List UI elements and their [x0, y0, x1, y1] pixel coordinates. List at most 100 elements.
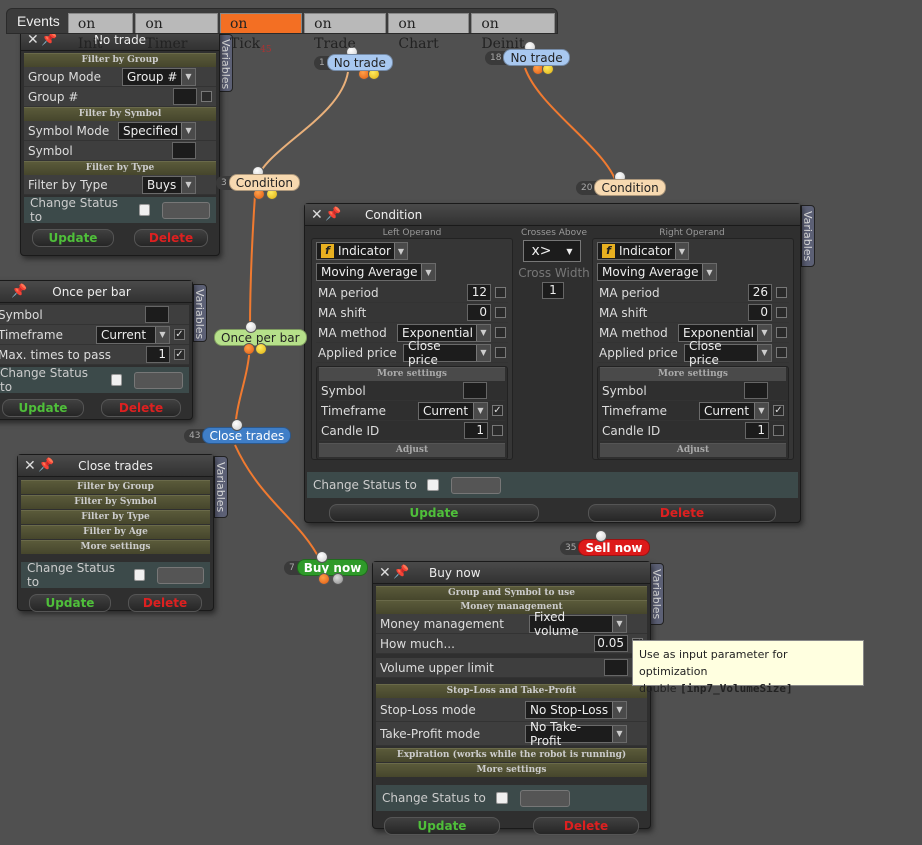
change-status-checkbox[interactable] — [133, 569, 146, 581]
node-condition-20[interactable]: 20 Condition — [576, 179, 666, 196]
left-candle-input[interactable]: 1 — [464, 422, 488, 439]
update-button[interactable]: Update — [32, 229, 114, 247]
cross-width-input[interactable]: 1 — [542, 282, 564, 299]
close-icon[interactable]: ✕ — [311, 207, 325, 223]
section-filter-by-group[interactable]: Filter by Group — [24, 53, 216, 67]
right-ma-period-checkbox[interactable] — [776, 287, 787, 298]
update-button[interactable]: Update — [29, 594, 111, 612]
pin-icon[interactable]: 📌 — [11, 284, 33, 299]
section-more-settings[interactable]: More settings — [319, 367, 505, 381]
status-field[interactable] — [157, 566, 204, 584]
change-status-checkbox[interactable] — [110, 374, 123, 386]
section-more-settings[interactable]: More settings — [21, 540, 210, 554]
right-ma-period-input[interactable]: 26 — [748, 284, 772, 301]
how-much-input[interactable]: 0.05 — [594, 635, 628, 652]
group-num-input[interactable] — [173, 88, 197, 105]
left-ma-shift-input[interactable]: 0 — [467, 304, 491, 321]
left-ma-method-checkbox[interactable] — [495, 327, 506, 338]
right-type-select[interactable]: f Indicator ▼ — [597, 242, 689, 260]
section-filter-by-type[interactable]: Filter by Type — [24, 161, 216, 175]
node-sell-now[interactable]: 35 Sell now — [560, 539, 650, 556]
money-management-select[interactable]: Fixed volume ▼ — [529, 610, 627, 638]
left-ma-shift-checkbox[interactable] — [495, 307, 506, 318]
right-symbol-input[interactable] — [744, 382, 768, 399]
left-symbol-input[interactable] — [463, 382, 487, 399]
adjust-button[interactable]: Adjust — [600, 443, 786, 457]
delete-button[interactable]: Delete — [101, 399, 181, 417]
left-timeframe-checkbox[interactable]: ✓ — [492, 405, 503, 416]
tab-on-deinit[interactable]: on Deinit — [471, 13, 556, 52]
section-filter-by-group[interactable]: Filter by Group — [21, 480, 210, 494]
left-applied-price-checkbox[interactable] — [495, 347, 506, 358]
left-timeframe-select[interactable]: Current ▼ — [418, 401, 488, 420]
close-icon[interactable]: ✕ — [24, 458, 38, 474]
right-applied-price-select[interactable]: Close price ▼ — [684, 339, 772, 367]
tab-on-init[interactable]: on Init — [67, 13, 134, 52]
right-ma-method-checkbox[interactable] — [776, 327, 787, 338]
group-mode-select[interactable]: Group # ▼ — [122, 67, 196, 86]
panel-header[interactable]: ✕ 📌 Close trades — [18, 455, 213, 477]
section-filter-by-age[interactable]: Filter by Age — [21, 525, 210, 539]
node-output-dot[interactable] — [243, 343, 255, 355]
symbol-input[interactable] — [172, 142, 196, 159]
section-sl-tp[interactable]: Stop-Loss and Take-Profit — [376, 684, 647, 698]
section-filter-by-symbol[interactable]: Filter by Symbol — [24, 107, 216, 121]
delete-button[interactable]: Delete — [134, 229, 208, 247]
node-condition-3[interactable]: 3 Condition — [216, 174, 300, 191]
left-ma-period-checkbox[interactable] — [495, 287, 506, 298]
max-times-checkbox[interactable]: ✓ — [174, 349, 185, 360]
pin-icon[interactable]: 📌 — [393, 565, 415, 580]
operator-select[interactable]: x> ▼ — [523, 240, 581, 262]
timeframe-select[interactable]: Current ▼ — [96, 325, 170, 344]
section-filter-by-symbol[interactable]: Filter by Symbol — [21, 495, 210, 509]
right-candle-input[interactable]: 1 — [745, 422, 769, 439]
right-applied-price-checkbox[interactable] — [776, 347, 787, 358]
update-button[interactable]: Update — [329, 504, 539, 522]
tab-on-chart[interactable]: on Chart — [388, 13, 470, 52]
tab-on-trade[interactable]: on Trade — [304, 13, 387, 52]
adjust-button[interactable]: Adjust — [319, 443, 505, 457]
update-button[interactable]: Update — [384, 817, 500, 835]
pin-icon[interactable]: 📌 — [325, 207, 347, 222]
left-applied-price-select[interactable]: Close price ▼ — [403, 339, 491, 367]
node-no-trade-1[interactable]: 1 No trade — [314, 54, 393, 71]
stop-loss-select[interactable]: No Stop-Loss ▼ — [525, 700, 627, 719]
tab-on-timer[interactable]: on Timer — [135, 13, 218, 52]
left-ma-period-input[interactable]: 12 — [467, 284, 491, 301]
panel-header[interactable]: ✕ 📌 Buy now — [373, 562, 650, 584]
node-output-dot[interactable] — [332, 573, 344, 585]
section-more-settings[interactable]: More settings — [600, 367, 786, 381]
left-type-select[interactable]: f Indicator ▼ — [316, 242, 408, 260]
node-output-dot[interactable] — [318, 573, 330, 585]
right-candle-checkbox[interactable] — [773, 425, 784, 436]
node-input-dot[interactable] — [245, 321, 257, 333]
left-candle-checkbox[interactable] — [492, 425, 503, 436]
take-profit-select[interactable]: No Take-Profit ▼ — [525, 720, 627, 748]
node-output-dot[interactable] — [255, 343, 267, 355]
symbol-input[interactable] — [145, 306, 169, 323]
delete-button[interactable]: Delete — [533, 817, 639, 835]
section-more-settings[interactable]: More settings — [376, 763, 647, 777]
max-times-input[interactable]: 1 — [146, 346, 170, 363]
node-input-dot[interactable] — [316, 551, 328, 563]
change-status-checkbox[interactable] — [138, 204, 151, 216]
workspace-canvas[interactable]: Events on Init on Timer on Tick45 on Tra… — [0, 0, 922, 845]
left-indicator-select[interactable]: Moving Average ▼ — [316, 263, 436, 281]
status-field[interactable] — [162, 201, 210, 219]
update-button[interactable]: Update — [2, 399, 84, 417]
right-timeframe-select[interactable]: Current ▼ — [699, 401, 769, 420]
right-ma-shift-checkbox[interactable] — [776, 307, 787, 318]
filter-type-select[interactable]: Buys ▼ — [142, 175, 196, 194]
panel-header[interactable]: ✕📌 Once per bar — [0, 281, 192, 303]
status-field[interactable] — [450, 476, 501, 494]
close-icon[interactable]: ✕ — [379, 565, 393, 581]
right-timeframe-checkbox[interactable]: ✓ — [773, 405, 784, 416]
volume-upper-input[interactable] — [604, 659, 628, 676]
section-filter-by-type[interactable]: Filter by Type — [21, 510, 210, 524]
symbol-mode-select[interactable]: Specified ▼ — [118, 121, 196, 140]
pin-icon[interactable]: 📌 — [38, 458, 60, 473]
right-indicator-select[interactable]: Moving Average ▼ — [597, 263, 717, 281]
node-input-dot[interactable] — [595, 530, 607, 542]
timeframe-checkbox[interactable]: ✓ — [174, 329, 185, 340]
tab-on-tick[interactable]: on Tick45 — [220, 13, 303, 55]
